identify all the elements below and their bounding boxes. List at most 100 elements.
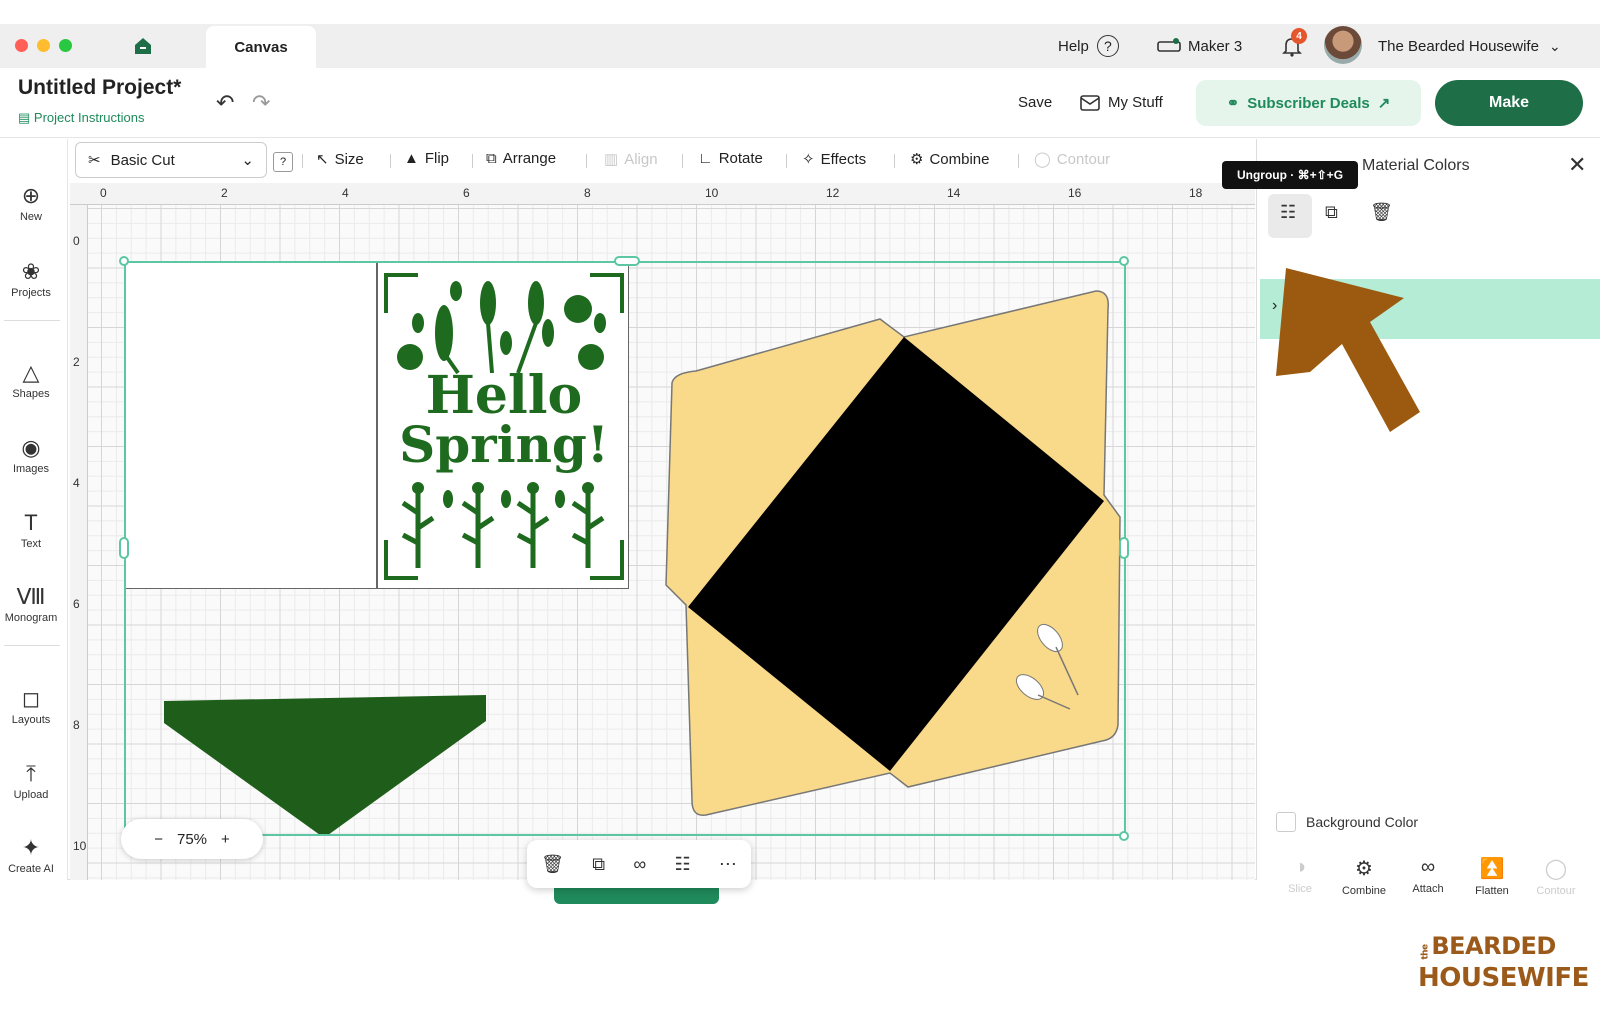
flatten-icon: ⏫ bbox=[1479, 858, 1505, 880]
align-button[interactable]: ▥ Align bbox=[604, 150, 658, 169]
sidebar-item-upload[interactable]: ⤒ Upload bbox=[0, 761, 62, 801]
ruler-tick-label: 16 bbox=[1068, 186, 1082, 200]
minimize-window-button[interactable] bbox=[37, 39, 50, 52]
maximize-window-button[interactable] bbox=[59, 39, 72, 52]
save-button[interactable]: Save bbox=[1018, 94, 1052, 111]
ruler-tick-label: 10 bbox=[705, 186, 719, 200]
more-icon[interactable]: ⋯ bbox=[719, 854, 737, 875]
flip-button[interactable]: ▲ Flip bbox=[404, 150, 449, 167]
divider bbox=[894, 154, 895, 168]
tool-label: Rotate bbox=[718, 150, 763, 167]
arrange-button[interactable]: ⧉ Arrange bbox=[486, 150, 556, 167]
zoom-in-button[interactable]: + bbox=[221, 831, 230, 848]
sidebar-item-new[interactable]: ⊕ New bbox=[0, 183, 62, 223]
close-icon[interactable]: ✕ bbox=[1568, 152, 1586, 178]
monogram-icon: Ⅷ bbox=[16, 584, 46, 609]
design-canvas[interactable]: Hello Spring! bbox=[88, 205, 1255, 880]
action-label: Combine bbox=[1341, 885, 1387, 897]
user-menu[interactable]: The Bearded Housewife ⌄ bbox=[1378, 32, 1561, 60]
selection-handle[interactable] bbox=[1119, 256, 1129, 266]
ruler-vertical: 0 2 4 6 8 10 bbox=[70, 205, 88, 880]
project-instructions-link[interactable]: ▤ Project Instructions bbox=[18, 110, 144, 126]
background-color-toggle[interactable]: Background Color bbox=[1276, 812, 1418, 832]
tool-label: Combine bbox=[929, 150, 990, 168]
sidebar-label: New bbox=[19, 211, 42, 223]
operation-value: Basic Cut bbox=[110, 151, 175, 169]
tool-label: Align bbox=[624, 150, 658, 168]
tool-label: Flip bbox=[424, 150, 450, 167]
combine-button[interactable]: ⚙ Combine bbox=[910, 150, 990, 169]
sidebar-item-shapes[interactable]: △ Shapes bbox=[0, 360, 62, 400]
ruler-tick-label: 2 bbox=[221, 186, 228, 200]
selection-handle[interactable] bbox=[1119, 831, 1129, 841]
shapes-icon: △ bbox=[22, 360, 40, 385]
tool-label: Arrange bbox=[502, 150, 557, 167]
scissors-icon: ✂ bbox=[88, 152, 101, 169]
sidebar-item-projects[interactable]: ❀ Projects bbox=[0, 259, 62, 299]
help-button[interactable]: Help ? bbox=[1058, 32, 1119, 60]
plus-circle-icon: ⊕ bbox=[21, 183, 41, 208]
ungroup-tooltip: Ungroup · ⌘+⇧+G bbox=[1222, 161, 1358, 189]
avatar[interactable] bbox=[1324, 26, 1362, 64]
mail-icon bbox=[1080, 94, 1100, 111]
zoom-out-button[interactable]: − bbox=[154, 831, 163, 848]
size-button[interactable]: ↖ Size bbox=[316, 150, 364, 169]
notification-badge: 4 bbox=[1291, 28, 1307, 44]
subscriber-deals-button[interactable]: ⚭ Subscriber Deals ↗ bbox=[1196, 80, 1421, 126]
attach-button[interactable]: ∞ Attach bbox=[1393, 856, 1463, 895]
ungroup-icon[interactable]: ☷ bbox=[674, 854, 690, 875]
machine-selector[interactable]: Maker 3 bbox=[1156, 32, 1242, 60]
background-color-checkbox[interactable] bbox=[1276, 812, 1296, 832]
selection-handle[interactable] bbox=[119, 256, 129, 266]
ruler-tick-label: 4 bbox=[73, 476, 80, 490]
make-button[interactable]: Make bbox=[1435, 80, 1583, 126]
sidebar-label: Images bbox=[12, 463, 50, 475]
rotate-handle[interactable] bbox=[614, 256, 640, 266]
sidebar-item-monogram[interactable]: Ⅷ Monogram bbox=[0, 584, 62, 624]
sidebar-item-create-ai[interactable]: ✦ Create AI bbox=[0, 835, 62, 875]
tool-label: Effects bbox=[820, 150, 867, 168]
duplicate-icon[interactable]: ⧉ bbox=[1325, 202, 1338, 223]
project-title[interactable]: Untitled Project* bbox=[18, 76, 181, 100]
sidebar-item-layouts[interactable]: ◻ Layouts bbox=[0, 686, 62, 726]
attach-icon[interactable]: ∞ bbox=[633, 854, 646, 875]
material-colors-tab[interactable]: Material Colors bbox=[1362, 157, 1470, 175]
slice-icon: ◑ bbox=[1293, 856, 1307, 878]
flatten-button[interactable]: ⏫ Flatten bbox=[1457, 856, 1527, 897]
home-icon[interactable] bbox=[133, 36, 153, 56]
trash-icon[interactable]: 🗑 bbox=[541, 854, 564, 875]
ruler-tick-label: 2 bbox=[73, 355, 80, 369]
sparkle-icon: ✦ bbox=[21, 835, 41, 860]
ruler-tick-label: 4 bbox=[342, 186, 349, 200]
my-stuff-button[interactable]: My Stuff bbox=[1080, 94, 1163, 111]
ruler-tick-label: 6 bbox=[463, 186, 470, 200]
arrange-icon: ⧉ bbox=[486, 150, 497, 167]
contour-action-button[interactable]: ◯ Contour bbox=[1521, 856, 1591, 897]
brand-logo: theBEARDED HOUSEWIFE bbox=[1418, 933, 1589, 991]
redo-icon[interactable]: ↷ bbox=[252, 90, 270, 116]
trash-icon[interactable]: 🗑 bbox=[1370, 202, 1393, 223]
sidebar-item-text[interactable]: T Text bbox=[0, 510, 62, 550]
duplicate-icon[interactable]: ⧉ bbox=[592, 854, 605, 875]
combine-action-button[interactable]: ⚙ Combine bbox=[1329, 856, 1399, 897]
brand-line1: BEARDED bbox=[1431, 932, 1556, 960]
effects-button[interactable]: ✧ Effects bbox=[802, 150, 867, 169]
chevron-down-icon: ⌄ bbox=[241, 152, 254, 169]
tool-label: Contour bbox=[1056, 150, 1111, 168]
operation-select[interactable]: ✂ Basic Cut ⌄ bbox=[75, 142, 267, 178]
operation-help-button[interactable]: ? bbox=[273, 152, 293, 172]
close-window-button[interactable] bbox=[15, 39, 28, 52]
tag-icon: ⚭ bbox=[1226, 95, 1240, 112]
ruler-tick-label: 12 bbox=[826, 186, 840, 200]
sidebar-label: Text bbox=[20, 538, 42, 550]
slice-button[interactable]: ◑ Slice bbox=[1265, 856, 1335, 895]
projects-icon: ❀ bbox=[21, 259, 41, 284]
sidebar-item-images[interactable]: ◉ Images bbox=[0, 435, 62, 475]
selection-handle[interactable] bbox=[119, 537, 129, 559]
tab-canvas[interactable]: Canvas bbox=[206, 26, 316, 68]
selection-bounding-box[interactable] bbox=[124, 261, 1126, 836]
selection-handle[interactable] bbox=[1119, 537, 1129, 559]
contour-button[interactable]: ◯ Contour bbox=[1034, 150, 1111, 169]
rotate-button[interactable]: ∟ Rotate bbox=[698, 150, 763, 167]
undo-icon[interactable]: ↶ bbox=[216, 90, 234, 116]
